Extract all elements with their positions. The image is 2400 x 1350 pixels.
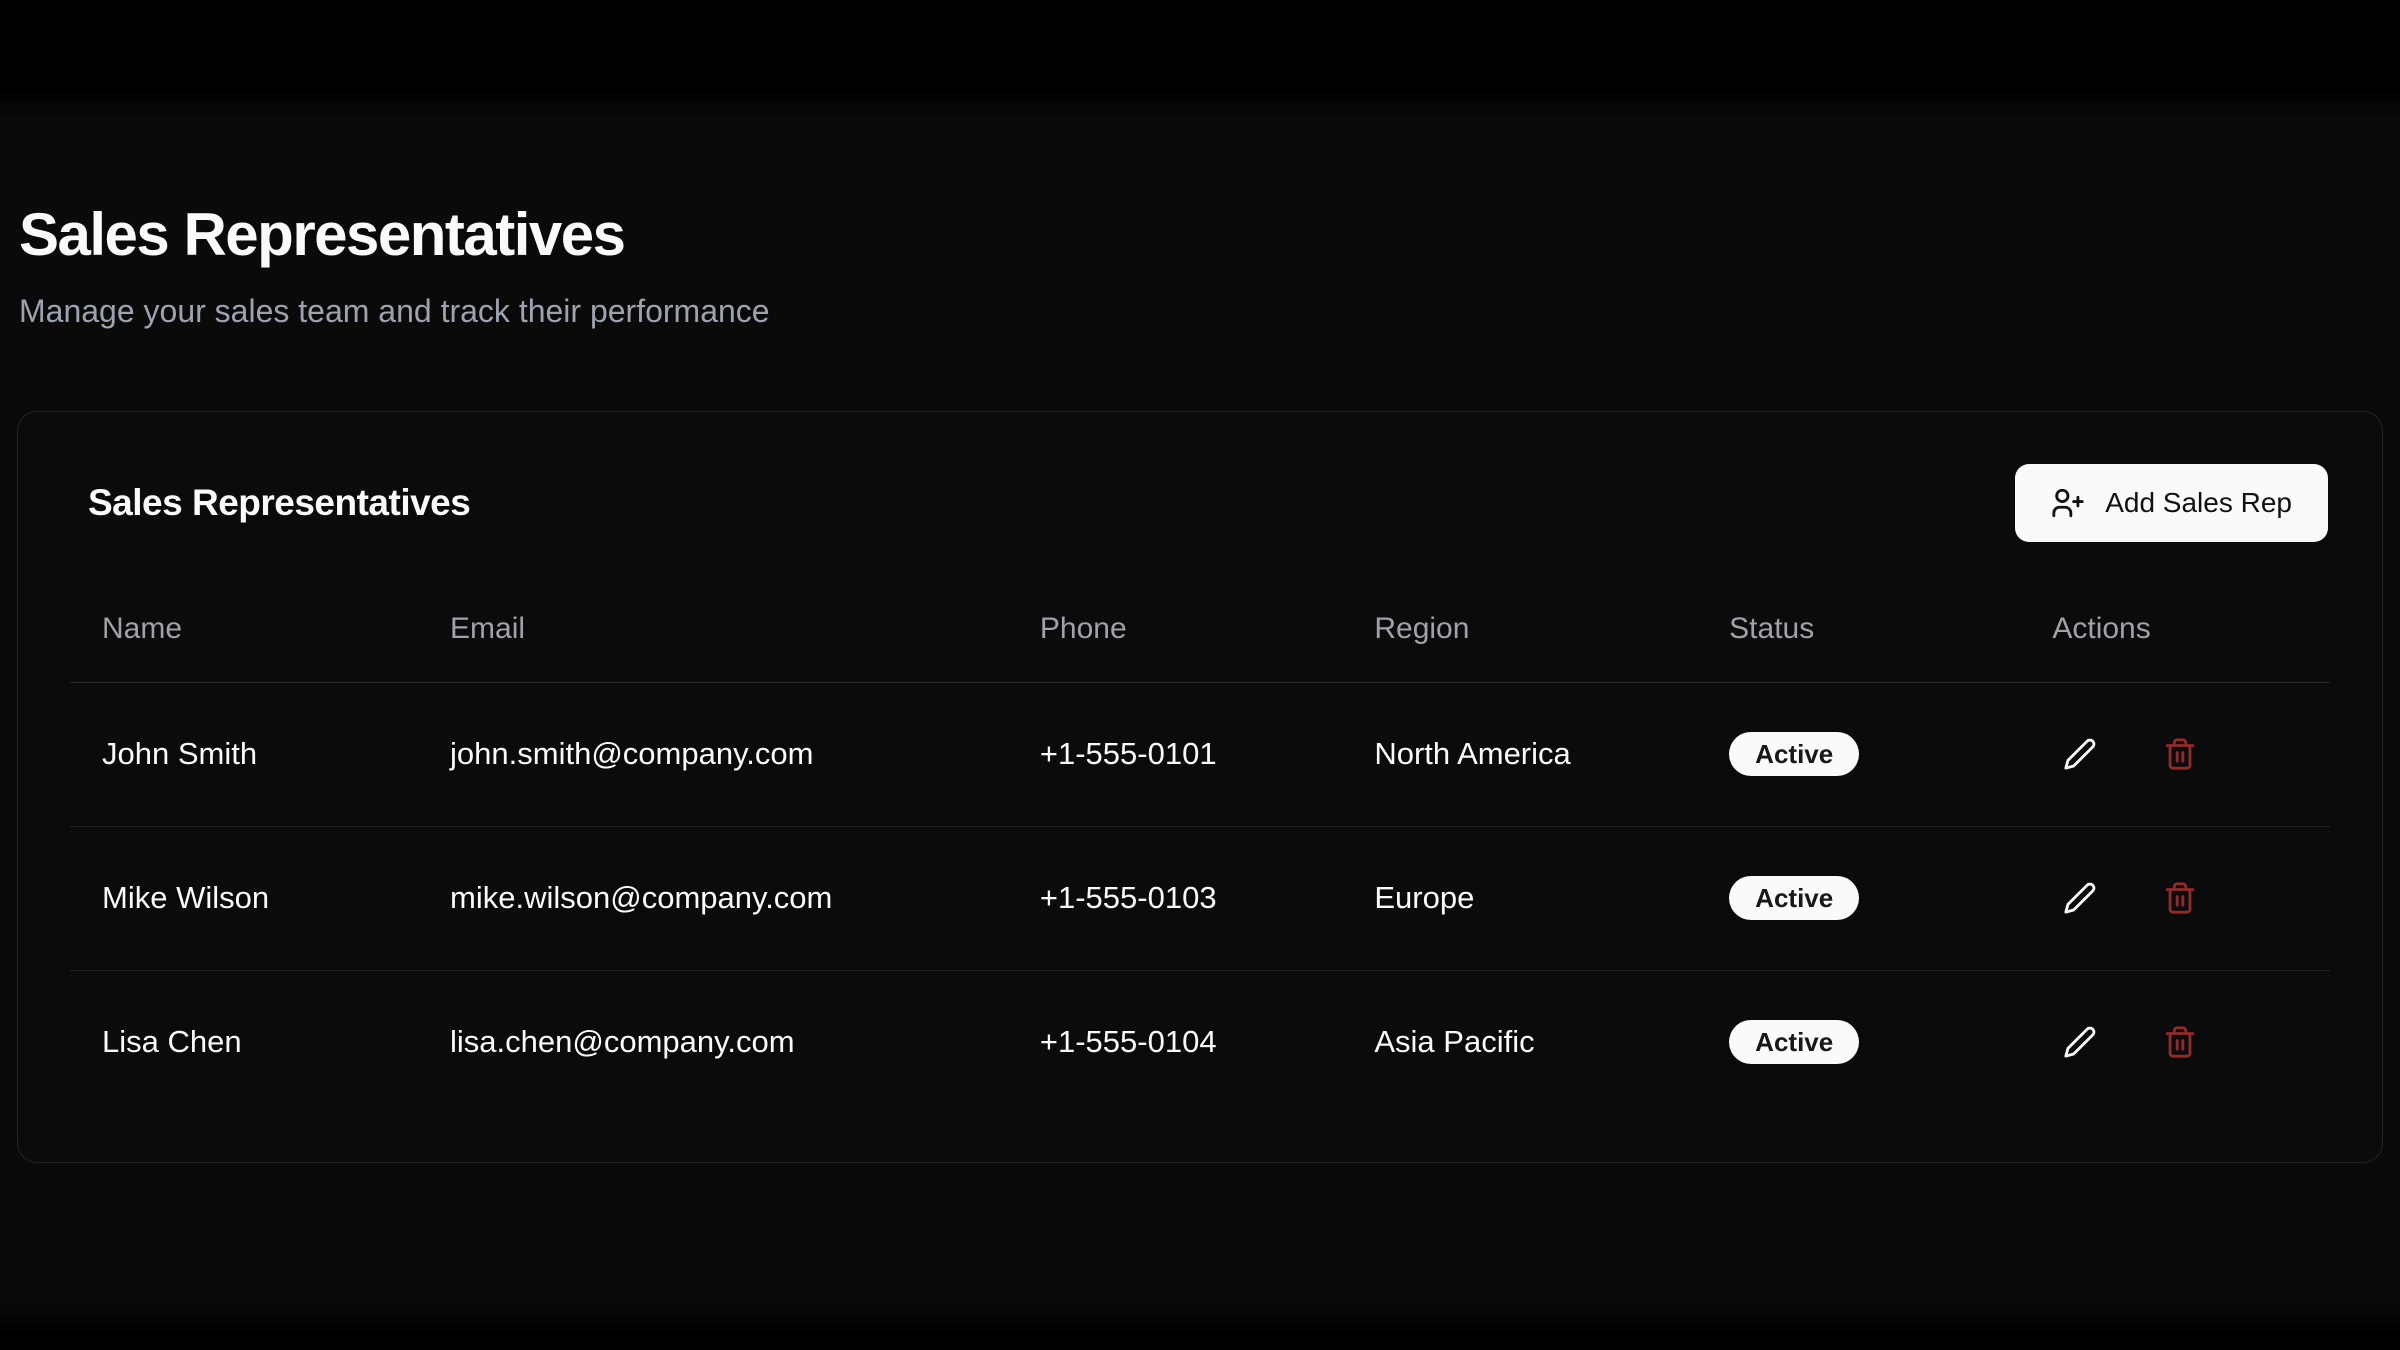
rep-region: North America (1342, 682, 1697, 826)
trash-icon (2163, 881, 2197, 915)
sales-reps-card: Sales Representatives Add Sales Rep (17, 411, 2383, 1164)
page-subtitle: Manage your sales team and track their p… (19, 291, 2383, 333)
rep-actions-cell (2020, 826, 2330, 970)
pencil-icon (2063, 737, 2097, 771)
delete-button[interactable] (2152, 1014, 2208, 1070)
rep-phone: +1-555-0101 (1008, 682, 1342, 826)
delete-button[interactable] (2152, 726, 2208, 782)
rep-name: Lisa Chen (70, 970, 418, 1114)
pencil-icon (2063, 881, 2097, 915)
table-row: Lisa Chen lisa.chen@company.com +1-555-0… (70, 970, 2330, 1114)
status-badge: Active (1729, 732, 1859, 776)
rep-status-cell: Active (1697, 970, 2020, 1114)
rep-status-cell: Active (1697, 682, 2020, 826)
status-badge: Active (1729, 1020, 1859, 1064)
rep-actions-cell (2020, 970, 2330, 1114)
rep-email: mike.wilson@company.com (418, 826, 1008, 970)
rep-name: John Smith (70, 682, 418, 826)
column-header-phone: Phone (1008, 596, 1342, 683)
rep-actions-cell (2020, 682, 2330, 826)
trash-icon (2163, 1025, 2197, 1059)
row-actions (2052, 726, 2298, 782)
rep-status-cell: Active (1697, 826, 2020, 970)
delete-button[interactable] (2152, 870, 2208, 926)
edit-button[interactable] (2052, 870, 2108, 926)
edit-button[interactable] (2052, 1014, 2108, 1070)
user-plus-icon (2051, 486, 2085, 520)
sales-reps-table: Name Email Phone Region Status Actions J… (70, 596, 2330, 1115)
trash-icon (2163, 737, 2197, 771)
pencil-icon (2063, 1025, 2097, 1059)
table-row: John Smith john.smith@company.com +1-555… (70, 682, 2330, 826)
row-actions (2052, 870, 2298, 926)
rep-phone: +1-555-0103 (1008, 826, 1342, 970)
add-sales-rep-button[interactable]: Add Sales Rep (2015, 464, 2328, 542)
page-title: Sales Representatives (19, 200, 2383, 269)
table-row: Mike Wilson mike.wilson@company.com +1-5… (70, 826, 2330, 970)
column-header-name: Name (70, 596, 418, 683)
rep-phone: +1-555-0104 (1008, 970, 1342, 1114)
card-header: Sales Representatives Add Sales Rep (70, 464, 2330, 542)
column-header-email: Email (418, 596, 1008, 683)
main-content: Sales Representatives Manage your sales … (0, 0, 2400, 1163)
rep-region: Asia Pacific (1342, 970, 1697, 1114)
rep-email: john.smith@company.com (418, 682, 1008, 826)
rep-name: Mike Wilson (70, 826, 418, 970)
rep-email: lisa.chen@company.com (418, 970, 1008, 1114)
edit-button[interactable] (2052, 726, 2108, 782)
column-header-region: Region (1342, 596, 1697, 683)
column-header-actions: Actions (2020, 596, 2330, 683)
row-actions (2052, 1014, 2298, 1070)
status-badge: Active (1729, 876, 1859, 920)
rep-region: Europe (1342, 826, 1697, 970)
column-header-status: Status (1697, 596, 2020, 683)
card-title: Sales Representatives (88, 482, 470, 524)
table-header-row: Name Email Phone Region Status Actions (70, 596, 2330, 683)
add-sales-rep-label: Add Sales Rep (2105, 487, 2292, 519)
